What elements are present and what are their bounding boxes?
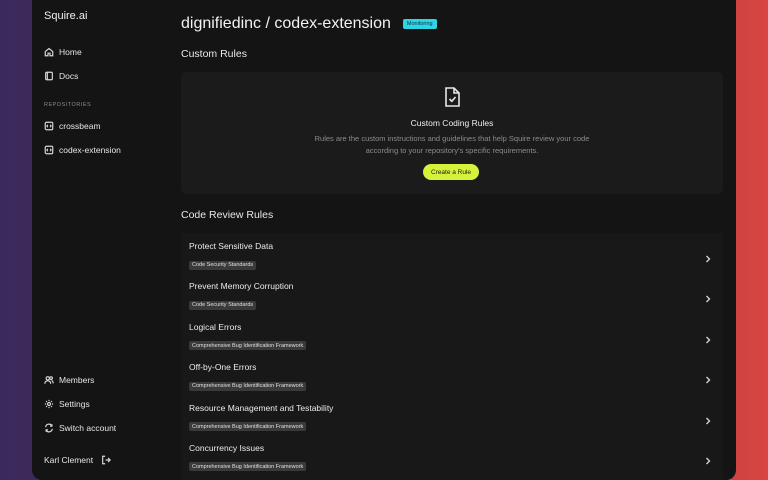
repo-icon — [44, 121, 54, 131]
book-icon — [45, 71, 53, 81]
rule-tag: Comprehensive Bug Identification Framewo… — [189, 341, 307, 351]
sidebar-item-label: Switch account — [59, 423, 117, 433]
create-rule-button[interactable]: Create a Rule — [423, 164, 479, 180]
sidebar-item-docs[interactable]: Docs — [32, 64, 164, 88]
sidebar-item-crossbeam[interactable]: crossbeam — [32, 114, 164, 138]
sidebar-item-settings[interactable]: Settings — [32, 392, 164, 416]
rule-row-resource-management[interactable]: Resource Management and Testability Comp… — [181, 395, 723, 435]
rule-row-protect-sensitive-data[interactable]: Protect Sensitive Data Code Security Sta… — [181, 233, 723, 273]
sidebar-item-home[interactable]: Home — [32, 40, 164, 64]
sidebar-item-label: codex-extension — [59, 145, 121, 155]
user-name: Karl Clement — [44, 455, 94, 465]
sidebar-item-switch-account[interactable]: Switch account — [32, 416, 164, 440]
rule-tag: Comprehensive Bug Identification Framewo… — [189, 422, 307, 432]
sidebar-bottom: Members Settings Switch account Karl Cle… — [32, 368, 164, 472]
code-review-rules-title: Code Review Rules — [181, 209, 274, 221]
app-window: Squire.ai Home Docs REPOSITORIES crossbe… — [32, 0, 736, 480]
sidebar-item-members[interactable]: Members — [32, 368, 164, 392]
repositories-heading: REPOSITORIES — [44, 102, 92, 108]
rule-name: Logical Errors — [189, 321, 242, 332]
repo-icon — [44, 145, 54, 155]
page-header: dignifiedinc / codex-extension Monitorin… — [181, 15, 437, 33]
home-icon — [44, 47, 54, 57]
custom-rules-empty-state: Custom Coding Rules Rules are the custom… — [181, 72, 723, 194]
rule-name: Concurrency Issues — [189, 442, 265, 453]
page-title: dignifiedinc / codex-extension — [181, 15, 391, 32]
document-check-icon — [441, 86, 463, 108]
rule-tag: Comprehensive Bug Identification Framewo… — [189, 462, 307, 472]
main-content: dignifiedinc / codex-extension Monitorin… — [164, 0, 736, 480]
sidebar-item-label: Settings — [59, 399, 90, 409]
sidebar-item-codex-extension[interactable]: codex-extension — [32, 138, 164, 162]
rule-row-logical-errors[interactable]: Logical Errors Comprehensive Bug Identif… — [181, 314, 723, 354]
chevron-right-icon — [705, 452, 711, 465]
rule-name: Resource Management and Testability — [189, 402, 334, 413]
rule-row-prevent-memory-corruption[interactable]: Prevent Memory Corruption Code Security … — [181, 273, 723, 313]
rule-name: Protect Sensitive Data — [189, 241, 274, 251]
sidebar-item-label: Home — [59, 47, 82, 57]
chevron-right-icon — [705, 412, 711, 425]
rule-name: Off-by-One Errors — [189, 362, 257, 373]
code-review-rules-list: Protect Sensitive Data Code Security Sta… — [181, 233, 723, 480]
logout-icon[interactable] — [101, 455, 112, 465]
custom-rules-title: Custom Rules — [181, 48, 247, 60]
users-icon — [44, 376, 54, 384]
sidebar: Squire.ai Home Docs REPOSITORIES crossbe… — [32, 0, 164, 480]
user-row: Karl Clement — [32, 448, 164, 472]
empty-state-description: Rules are the custom instructions and gu… — [314, 134, 590, 155]
chevron-right-icon — [705, 371, 711, 384]
chevron-right-icon — [705, 290, 711, 303]
rule-row-concurrency-issues[interactable]: Concurrency Issues Comprehensive Bug Ide… — [181, 435, 723, 475]
rule-tag: Code Security Standards — [189, 300, 257, 310]
rule-name: Prevent Memory Corruption — [189, 281, 294, 292]
sidebar-item-label: Docs — [59, 71, 79, 81]
brand-logo[interactable]: Squire.ai — [32, 10, 164, 24]
status-badge: Monitoring — [402, 19, 437, 29]
chevron-right-icon — [705, 331, 711, 344]
empty-state-title: Custom Coding Rules — [410, 118, 494, 128]
sidebar-item-label: Members — [59, 375, 95, 385]
switch-icon — [45, 423, 53, 433]
rule-tag: Code Security Standards — [189, 260, 257, 270]
gear-icon — [44, 399, 54, 409]
chevron-right-icon — [705, 250, 711, 263]
rule-tag: Comprehensive Bug Identification Framewo… — [189, 381, 307, 391]
sidebar-item-label: crossbeam — [59, 121, 101, 131]
rule-row-off-by-one-errors[interactable]: Off-by-One Errors Comprehensive Bug Iden… — [181, 354, 723, 394]
